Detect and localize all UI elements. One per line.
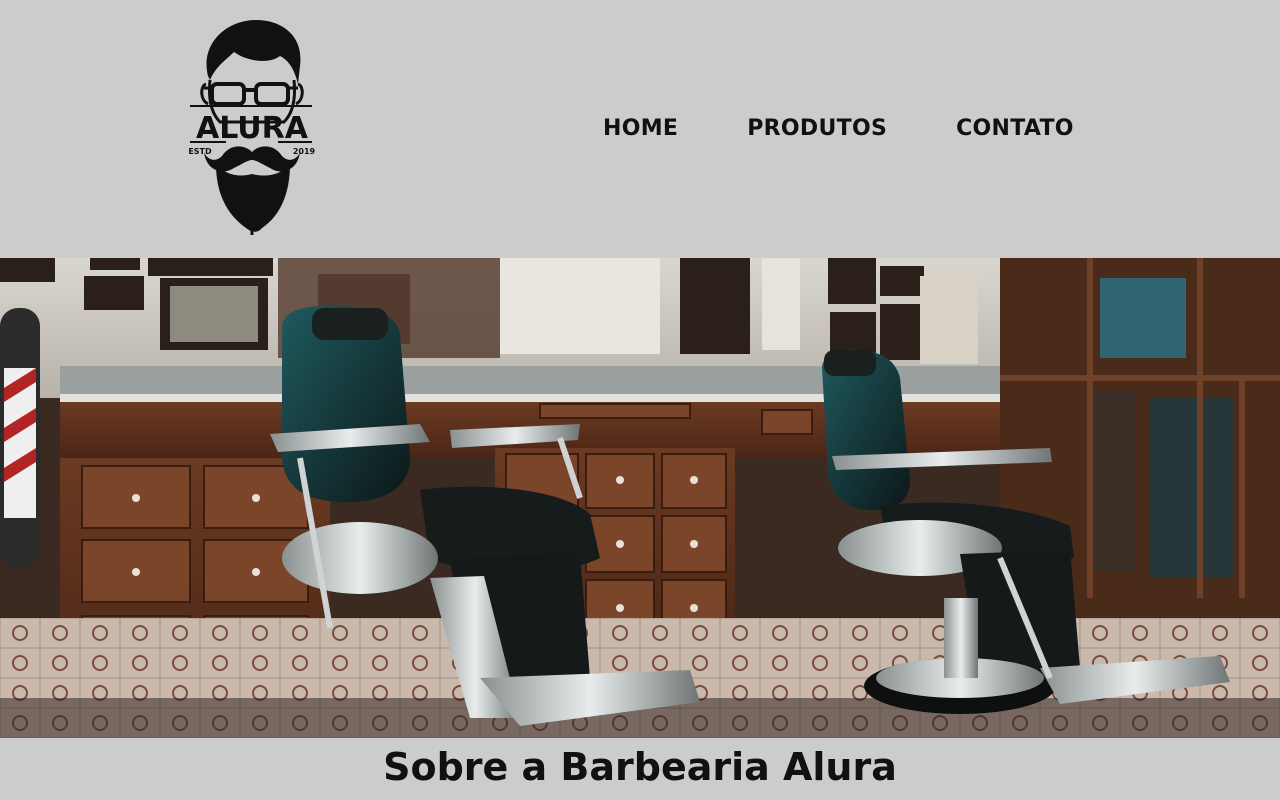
nav-contato-link[interactable]: CONTATO [956, 112, 1074, 146]
site-header: ALURA ESTD 2019 HOME PRODUTOS CONTATO [0, 0, 1280, 258]
logo-year-text: 2019 [293, 147, 316, 156]
nav-home-link[interactable]: HOME [603, 112, 678, 146]
hero-barbershop-image [0, 258, 1280, 738]
about-title: Sobre a Barbearia Alura [383, 745, 897, 789]
logo-brand-text: ALURA [196, 111, 309, 146]
bearded-man-logo-icon: ALURA ESTD 2019 [188, 20, 316, 235]
main-nav: HOME PRODUTOS CONTATO [603, 112, 1074, 146]
about-section: Sobre a Barbearia Alura [0, 738, 1280, 800]
page: ALURA ESTD 2019 HOME PRODUTOS CONTATO So… [0, 0, 1280, 800]
nav-produtos-link[interactable]: PRODUTOS [747, 112, 887, 146]
logo-link[interactable]: ALURA ESTD 2019 [186, 14, 318, 236]
barbershop-interior-illustration [0, 258, 1280, 738]
logo-estd-text: ESTD [188, 147, 212, 156]
